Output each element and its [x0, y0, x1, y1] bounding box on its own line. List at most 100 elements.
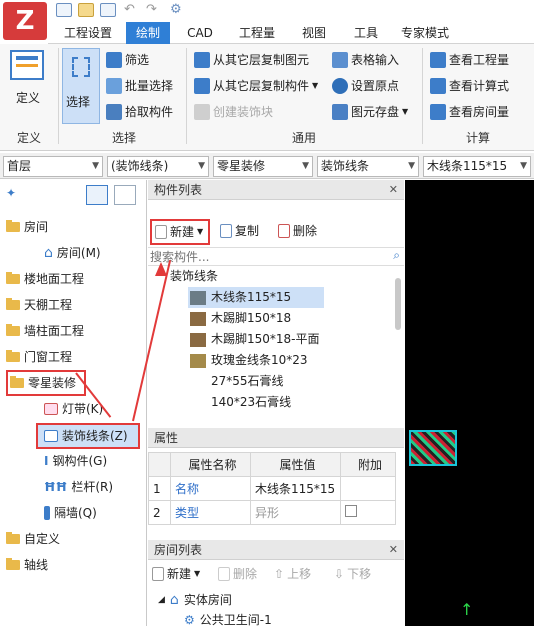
copy-icon	[220, 224, 232, 238]
view-room-quantity-button[interactable]: 查看房间量	[430, 102, 509, 122]
save-icon[interactable]	[100, 3, 116, 17]
list-view-icon[interactable]	[86, 185, 108, 205]
folder-icon	[6, 350, 20, 362]
component-tree-panel: ✦ 房间 ⌂ 房间(M) 楼地面工程 天棚工程 墙柱面工程 门窗工程 零星装修 灯…	[0, 180, 147, 626]
pin-icon[interactable]: ✦	[6, 186, 16, 200]
deco-block-icon	[194, 104, 210, 120]
pick-component-button[interactable]: 拾取构件	[106, 102, 173, 122]
folder-icon	[6, 558, 20, 570]
new-component-button[interactable]: 新建 ▼	[150, 219, 210, 245]
filter-button[interactable]: 筛选	[106, 50, 149, 70]
tab-view[interactable]: 视图	[292, 22, 336, 44]
annotation-arrowhead	[155, 262, 167, 276]
select-icon	[72, 57, 90, 77]
delete-icon	[218, 567, 230, 581]
table-row[interactable]: 2 类型 异形	[148, 500, 396, 525]
select-button[interactable]: 选择	[62, 48, 100, 124]
steel-icon: I	[44, 454, 49, 468]
folder-icon	[6, 298, 20, 310]
floor-select[interactable]: 首层 ▼	[3, 156, 103, 177]
table-row[interactable]: 1 名称 木线条115*15	[148, 476, 396, 501]
grid-view-icon[interactable]	[114, 185, 136, 205]
texture-swatch-icon	[190, 353, 206, 368]
batch-select-button[interactable]: 批量选择	[106, 76, 173, 96]
folder-icon	[6, 532, 20, 544]
tree-item-misc-decoration[interactable]: 零星装修	[6, 370, 86, 396]
drawing-canvas[interactable]: ↑	[405, 180, 534, 626]
search-icon[interactable]: ⌕	[393, 248, 400, 263]
scrollbar[interactable]	[395, 278, 401, 330]
texture-swatch-icon	[190, 290, 206, 305]
folder-icon	[10, 376, 24, 388]
tree-item-decorative-line[interactable]: 装饰线条(Z)	[36, 423, 140, 449]
search-component-field[interactable]: ⌕	[148, 247, 404, 266]
tab-tools[interactable]: 工具	[344, 22, 388, 44]
redo-icon[interactable]: ↷	[146, 2, 157, 17]
open-folder-icon[interactable]	[78, 3, 94, 17]
list-category[interactable]: 装饰线条	[170, 266, 218, 287]
axis-marker-icon: ↑	[460, 600, 474, 619]
category-select[interactable]: 零星装修 ▼	[213, 156, 313, 177]
quantity-icon	[430, 52, 446, 68]
list-item[interactable]: 木线条115*15	[188, 287, 324, 308]
define-button[interactable]: 定义	[16, 88, 40, 108]
checkbox[interactable]	[345, 505, 357, 517]
delete-component-button[interactable]: 删除	[278, 221, 317, 241]
list-item[interactable]: 27*55石膏线	[211, 371, 284, 392]
move-down-button: ⇩ 下移	[334, 564, 371, 584]
tree-item-room[interactable]: 房间	[6, 216, 48, 238]
copy-layer-icon	[194, 52, 210, 68]
copy-elements-from-layer-button[interactable]: 从其它层复制图元	[194, 50, 309, 70]
component-list-header: 构件列表 ✕	[148, 180, 404, 200]
subcategory-select[interactable]: 装饰线条 ▼	[317, 156, 419, 177]
view-quantity-button[interactable]: 查看工程量	[430, 50, 509, 70]
properties-table: 属性名称 属性值 附加 1 名称 木线条115*15 2 类型 异形	[148, 452, 396, 525]
component-select[interactable]: 木线条115*15 ▼	[423, 156, 531, 177]
search-input[interactable]	[148, 248, 378, 265]
tree-item-light-strip[interactable]: 灯带(K)	[44, 398, 103, 420]
list-item[interactable]: 玫瑰金线条10*23	[190, 350, 308, 371]
list-item[interactable]: 140*23石膏线	[211, 392, 291, 413]
folder-icon	[6, 220, 20, 232]
close-icon[interactable]: ✕	[389, 540, 398, 560]
tree-item-door-window[interactable]: 门窗工程	[6, 346, 72, 368]
room-list-header: 房间列表 ✕	[148, 540, 404, 560]
set-origin-button[interactable]: 设置原点	[332, 76, 399, 96]
list-item[interactable]: 木踢脚150*18-平面	[190, 329, 320, 350]
list-item[interactable]: 木踢脚150*18	[190, 308, 291, 329]
partition-icon	[44, 506, 50, 520]
view-formula-button[interactable]: 查看计算式	[430, 76, 509, 96]
tree-item-wall[interactable]: 墙柱面工程	[6, 320, 84, 342]
tree-item-axis[interactable]: 轴线	[6, 554, 48, 576]
group-label-calc: 计算	[465, 131, 490, 145]
delete-icon	[278, 224, 290, 238]
list-item[interactable]: ◢ ⌂ 实体房间	[158, 590, 232, 611]
tab-draw[interactable]: 绘制	[126, 22, 170, 44]
component-type-select[interactable]: (装饰线条) ▼	[107, 156, 209, 177]
tree-item-partition[interactable]: 隔墙(Q)	[44, 502, 97, 524]
tab-project-settings[interactable]: 工程设置	[56, 22, 120, 44]
close-icon[interactable]: ✕	[389, 180, 398, 200]
tab-quantity[interactable]: 工程量	[230, 22, 284, 44]
new-file-icon[interactable]	[56, 3, 72, 17]
table-input-button[interactable]: 表格输入	[332, 50, 399, 70]
undo-icon[interactable]: ↶	[124, 2, 135, 17]
tab-cad[interactable]: CAD	[178, 22, 222, 44]
list-item[interactable]: ⚙ 公共卫生间-1	[184, 610, 272, 631]
tree-item-railing[interactable]: ĦĦ 栏杆(R)	[44, 476, 113, 498]
quick-access-icon[interactable]: ⚙	[170, 2, 182, 17]
tab-expert-mode[interactable]: 专家模式	[394, 22, 456, 44]
drawing-element[interactable]	[409, 430, 457, 466]
new-room-button[interactable]: 新建 ▼	[152, 564, 200, 584]
house-icon: ⌂	[169, 592, 179, 608]
tree-item-floor[interactable]: 楼地面工程	[6, 268, 84, 290]
down-arrow-icon: ⇩	[334, 567, 345, 581]
save-elements-button[interactable]: 图元存盘 ▼	[332, 102, 408, 122]
tree-item-custom[interactable]: 自定义	[6, 528, 60, 550]
tree-item-room-m[interactable]: ⌂ 房间(M)	[44, 242, 101, 264]
tree-item-ceiling[interactable]: 天棚工程	[6, 294, 72, 316]
copy-components-from-layer-button[interactable]: 从其它层复制构件 ▼	[194, 76, 318, 96]
copy-component-button[interactable]: 复制	[220, 221, 259, 241]
tree-item-steel[interactable]: I 钢构件(G)	[44, 450, 107, 472]
new-doc-icon	[152, 567, 164, 581]
